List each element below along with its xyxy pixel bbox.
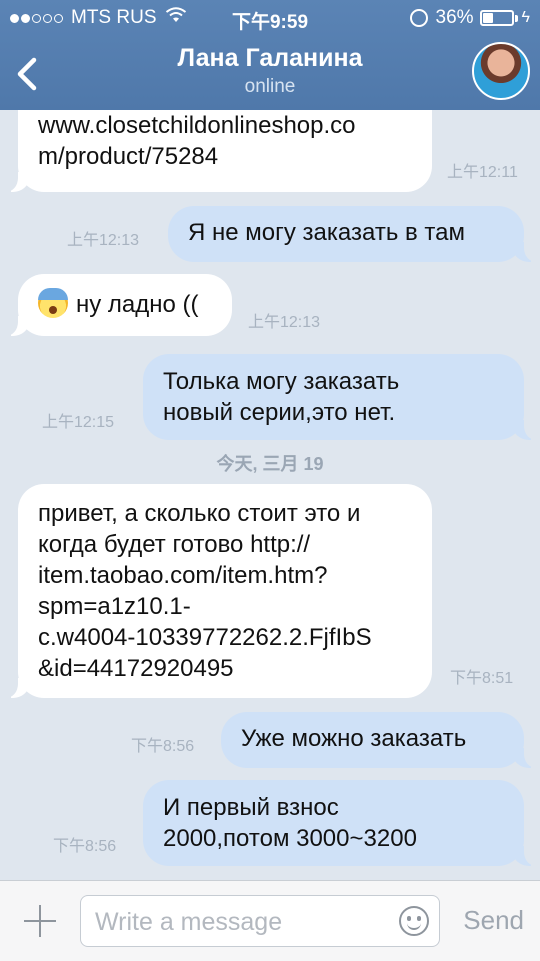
message-text: Толька могу заказать <box>163 368 400 395</box>
message-time: 下午8:51 <box>450 670 514 687</box>
bubble-tail <box>513 420 540 440</box>
message-time: 下午8:56 <box>53 838 117 855</box>
fearful-face-icon <box>38 288 68 318</box>
message-bubble[interactable]: привет, а сколько стоит это и когда буде… <box>0 484 432 698</box>
bubble-tail <box>0 316 29 336</box>
message-text: www.closetchildonlineshop.co <box>38 112 356 139</box>
message-text: 2000,потом 3000~3200 <box>163 825 417 852</box>
message-bubble[interactable]: Уже можно заказать <box>221 712 540 768</box>
status-bar: MTS RUS 下午9:59 36% ϟ <box>0 0 540 36</box>
contact-status: online <box>244 76 296 97</box>
message-text: item.taobao.com/item.htm? <box>38 562 328 589</box>
message-field[interactable] <box>80 895 440 947</box>
charging-icon: ϟ <box>521 9 530 26</box>
message-text: c.w4004-10339772262.2.FjfIbS <box>38 624 372 651</box>
message-text: когда будет готово http:// <box>38 531 311 558</box>
message-bubble[interactable]: Я не могу заказать в там <box>168 206 540 262</box>
message-text: m/product/75284 <box>38 143 219 170</box>
attach-button[interactable] <box>22 903 58 939</box>
bubble-tail <box>513 242 540 262</box>
bubble-tail <box>0 172 29 192</box>
message-text: И первый взнос <box>163 794 339 821</box>
status-right: 36% ϟ <box>409 7 530 29</box>
contact-name[interactable]: Лана Галанина <box>0 44 540 73</box>
message-time: 上午12:15 <box>42 414 115 431</box>
message-bubble[interactable]: pycник : http:// www.closetchildonlinesh… <box>0 110 432 192</box>
message-text: spm=a1z10.1- <box>38 593 191 620</box>
bubble-tail <box>513 748 540 768</box>
message-bubble[interactable]: И первый взнос 2000,потом 3000~3200 <box>143 780 540 866</box>
battery-icon <box>479 10 514 26</box>
message-text: &id=44172920495 <box>38 655 234 682</box>
send-button[interactable]: Send <box>463 905 524 936</box>
rotation-lock-icon <box>409 9 428 27</box>
date-separator: 今天, 三月 19 <box>216 454 324 474</box>
message-list[interactable]: pycник : http:// www.closetchildonlinesh… <box>0 110 540 880</box>
smile-mouth <box>407 921 421 930</box>
bubble-tail <box>513 846 540 866</box>
message-input[interactable] <box>93 902 387 942</box>
message-text: Уже можно заказать <box>241 725 467 752</box>
message-time: 下午8:56 <box>131 738 195 755</box>
message-text: ну ладно (( <box>76 291 199 318</box>
message-time: 上午12:11 <box>447 164 518 181</box>
message-bubble[interactable]: ну ладно (( <box>0 274 232 336</box>
chat-header: MTS RUS 下午9:59 36% ϟ Лана Галанина onlin… <box>0 0 540 110</box>
input-bar: Send <box>0 880 540 961</box>
message-text: Я не могу заказать в там <box>188 219 465 246</box>
avatar[interactable] <box>472 42 530 100</box>
message-text: привет, а сколько стоит это и <box>38 500 361 527</box>
battery-percent: 36% <box>435 7 474 28</box>
message-time: 上午12:13 <box>67 232 140 249</box>
battery-fill <box>482 13 493 23</box>
message-time: 上午12:13 <box>248 314 321 331</box>
emoji-button[interactable] <box>399 906 429 936</box>
bubble-tail <box>0 678 29 698</box>
message-bubble[interactable]: Толька могу заказать новый серии,это нет… <box>143 354 540 440</box>
battery-tip <box>514 14 518 22</box>
message-text: новый серии,это нет. <box>163 399 396 426</box>
